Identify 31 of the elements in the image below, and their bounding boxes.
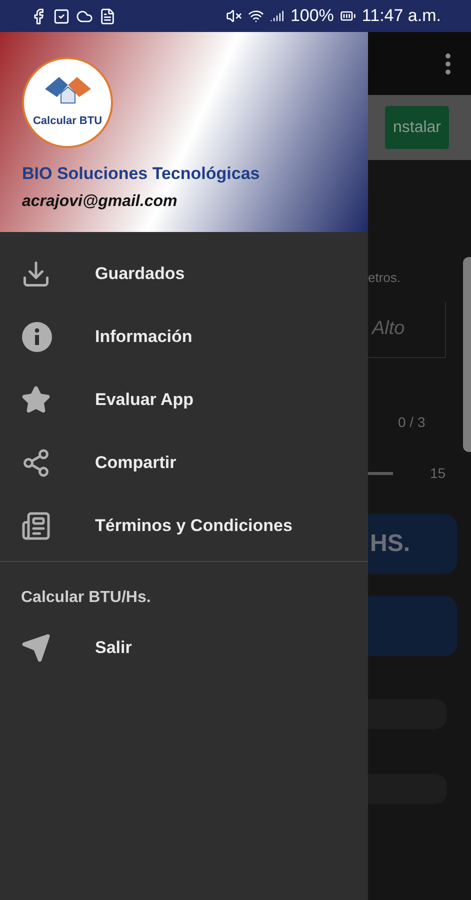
signal-icon: [270, 9, 284, 23]
drawer-item[interactable]: Información: [0, 305, 368, 368]
character-counter: 0 / 3: [398, 412, 426, 432]
mute-icon: [226, 8, 242, 24]
logo-text: Calcular BTU: [32, 114, 102, 130]
checklist-icon: [53, 8, 70, 24]
battery-percent: 100%: [290, 5, 334, 28]
more-options-icon[interactable]: [445, 52, 451, 74]
account-name: BIO Soluciones Tecnológicas: [22, 163, 261, 185]
wifi-icon: [248, 8, 264, 24]
drawer-item[interactable]: Compartir: [0, 431, 368, 494]
drawer-item[interactable]: Evaluar App: [0, 368, 368, 431]
download-icon: [21, 258, 51, 288]
drawer-item[interactable]: Términos y Condiciones: [0, 494, 368, 557]
section-title: Calcular BTU/Hs.: [20, 588, 152, 608]
input-row[interactable]: [368, 698, 447, 728]
star-icon: [21, 384, 51, 414]
slider-track: [368, 472, 393, 474]
drawer-item[interactable]: Guardados: [0, 242, 368, 305]
input-row[interactable]: [368, 774, 447, 804]
hint-text: etros.: [368, 269, 401, 287]
document-icon: [99, 8, 116, 24]
info-icon: [21, 320, 53, 352]
share-icon: [21, 448, 51, 478]
account-email: acrajovi@gmail.com: [22, 192, 178, 212]
document-list-icon: [21, 510, 51, 540]
drawer-item[interactable]: Salir: [0, 616, 368, 679]
secondary-button[interactable]: [368, 596, 457, 656]
send-icon: [21, 632, 51, 662]
slider-max-label: 15: [430, 464, 446, 482]
clock: 11:47 a.m.: [362, 5, 441, 28]
